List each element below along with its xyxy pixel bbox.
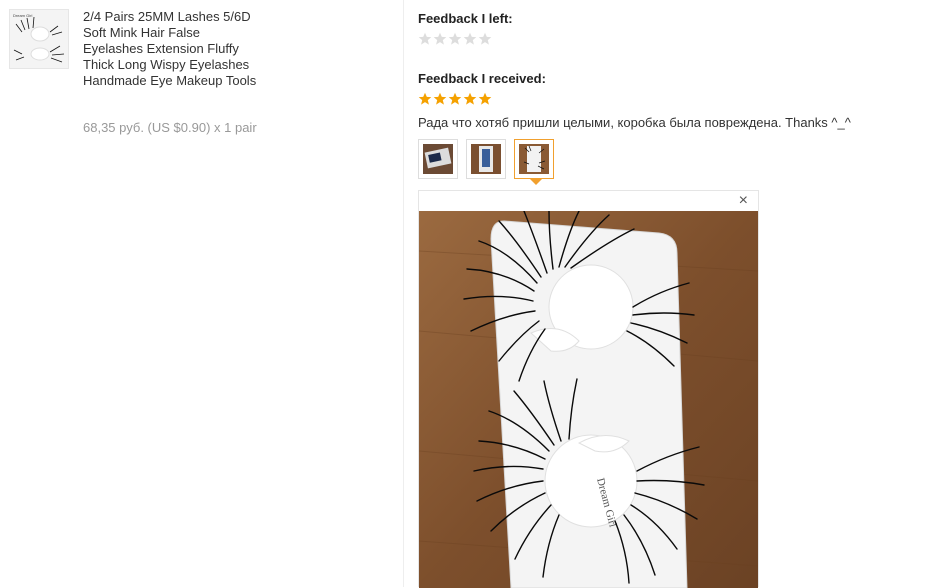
feedback-received-star-icon — [448, 92, 462, 105]
feedback-received-text: Рада что хотяб пришли целыми, коробка бы… — [418, 115, 851, 130]
feedback-received-star-icon — [478, 92, 492, 105]
column-divider — [403, 0, 404, 587]
feedback-photo-image: Dream Girl — [419, 211, 758, 588]
feedback-photo: Dream Girl — [419, 211, 758, 588]
photo-thumbnails — [418, 139, 554, 185]
photo-viewer: × Dream Girl — [418, 190, 759, 588]
feedback-received-star-icon — [463, 92, 477, 105]
product-title[interactable]: 2/4 Pairs 25MM Lashes 5/6D Soft Mink Hai… — [83, 9, 258, 89]
product-thumbnail-label: Dream Girl — [13, 13, 33, 18]
feedback-received-stars — [418, 92, 492, 106]
photo-thumbnail-1[interactable] — [418, 139, 458, 179]
photo-thumbnail-3[interactable] — [514, 139, 554, 185]
lashes-image — [10, 10, 68, 68]
feedback-left-stars — [418, 32, 492, 46]
photo-thumbnail-1-image — [423, 144, 453, 174]
feedback-received-star-icon — [418, 92, 432, 105]
feedback-left-star-icon — [433, 32, 447, 45]
photo-thumbnail-2-image — [471, 144, 501, 174]
feedback-left-star-icon — [448, 32, 462, 45]
product-price: 68,35 руб. (US $0.90) x 1 pair — [83, 120, 257, 135]
feedback-received-label: Feedback I received: — [418, 71, 546, 86]
close-icon[interactable]: × — [739, 193, 748, 209]
feedback-received-star-icon — [433, 92, 447, 105]
feedback-left-star-icon — [418, 32, 432, 45]
feedback-left-label: Feedback I left: — [418, 11, 513, 26]
photo-viewer-toolbar: × — [419, 191, 758, 211]
feedback-left-star-icon — [463, 32, 477, 45]
photo-thumbnail-3-image — [519, 144, 549, 174]
photo-thumbnail-2[interactable] — [466, 139, 506, 179]
feedback-left-star-icon — [478, 32, 492, 45]
product-thumbnail[interactable]: Dream Girl — [9, 9, 69, 69]
